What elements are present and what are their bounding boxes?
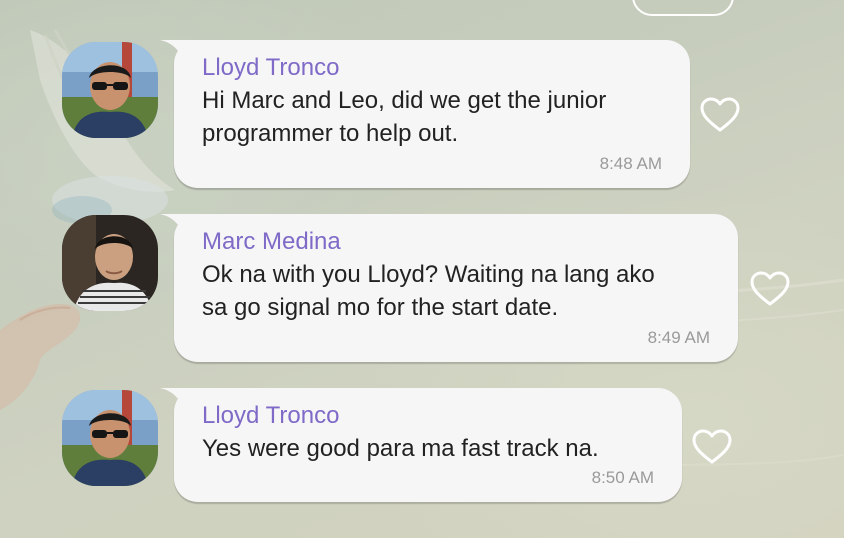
heart-icon[interactable] (700, 97, 740, 133)
message-timestamp: 8:48 AM (599, 154, 662, 173)
bubble-tail-icon (160, 40, 200, 66)
previous-message-bubble-edge (632, 0, 734, 16)
bubble-tail-icon (160, 388, 200, 414)
message-bubble[interactable]: Marc Medina Ok na with you Lloyd? Waitin… (160, 214, 738, 362)
sender-name[interactable]: Lloyd Tronco (202, 400, 654, 432)
message-text-line: Hi Marc and Leo, did we get the junior (202, 87, 607, 114)
avatar-lloyd-icon[interactable] (62, 390, 158, 486)
avatar-marc-icon[interactable] (62, 215, 158, 311)
message-text-line: sa go signal mo for the start date. (202, 294, 559, 321)
message-text-line: programmer to help out. (202, 120, 459, 147)
message-bubble[interactable]: Lloyd Tronco Yes were good para ma fast … (160, 388, 682, 502)
message-timestamp: 8:49 AM (647, 328, 710, 347)
bubble-tail-icon (160, 214, 200, 240)
message-timestamp: 8:50 AM (591, 468, 654, 487)
message-bubble[interactable]: Lloyd Tronco Hi Marc and Leo, did we get… (160, 40, 690, 188)
message-text-line: Yes were good para ma fast track na. (202, 435, 599, 462)
heart-icon[interactable] (750, 271, 790, 307)
avatar-lloyd-icon[interactable] (62, 42, 158, 138)
sender-name[interactable]: Lloyd Tronco (202, 52, 662, 84)
message-text-line: Ok na with you Lloyd? Waiting na lang ak… (202, 261, 655, 288)
sender-name[interactable]: Marc Medina (202, 226, 710, 258)
heart-icon[interactable] (692, 429, 732, 465)
